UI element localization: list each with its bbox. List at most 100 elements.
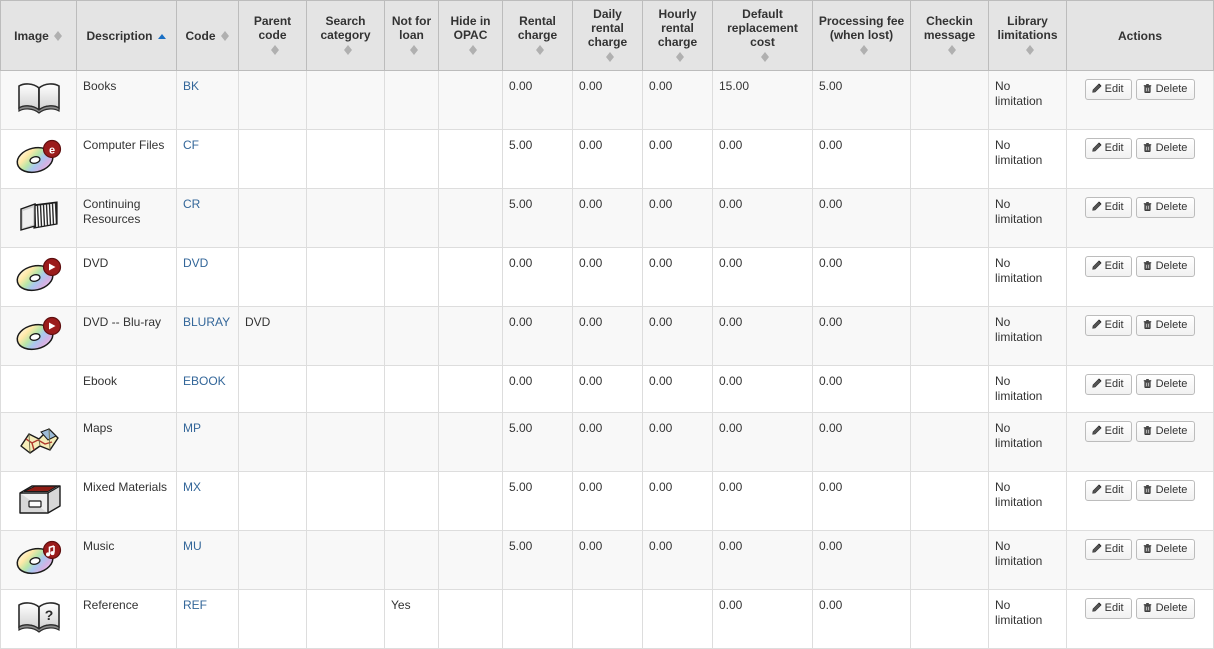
processing-fee-cell-value: 0.00 xyxy=(819,373,843,388)
library-limitations-cell-value: No limitation xyxy=(995,420,1043,450)
rental-charge-cell: 5.00 xyxy=(502,411,573,472)
description-cell-value: Continuing Resources xyxy=(83,196,141,226)
column-header-search-category[interactable]: Search category xyxy=(306,0,385,71)
delete-button[interactable]: Delete xyxy=(1135,538,1196,560)
library-limitations-cell: No limitation xyxy=(988,470,1067,531)
sort-toggle-icon[interactable] xyxy=(675,50,685,64)
sort-toggle-icon[interactable] xyxy=(535,43,545,57)
edit-button[interactable]: Edit xyxy=(1084,479,1132,501)
processing-fee-cell: 0.00 xyxy=(812,128,911,189)
item-type-code-link[interactable]: BLURAY xyxy=(183,315,230,329)
rental-charge-cell: 0.00 xyxy=(502,246,573,307)
daily-rental-charge-cell: 0.00 xyxy=(572,69,643,130)
edit-button[interactable]: Edit xyxy=(1084,78,1132,100)
delete-button[interactable]: Delete xyxy=(1135,373,1196,395)
column-header-label: Image xyxy=(14,28,49,43)
edit-button[interactable]: Edit xyxy=(1084,373,1132,395)
default-replacement-cost-cell-value: 0.00 xyxy=(719,314,743,329)
rental-charge-cell: 5.00 xyxy=(502,187,573,248)
default-replacement-cost-cell-value: 0.00 xyxy=(719,196,743,211)
daily-rental-charge-cell: 0.00 xyxy=(572,364,643,413)
sort-toggle-icon[interactable] xyxy=(947,43,957,57)
edit-button[interactable]: Edit xyxy=(1084,255,1132,277)
item-type-image-cell xyxy=(0,305,77,366)
item-type-image-cell xyxy=(0,364,77,413)
sort-toggle-icon[interactable] xyxy=(270,43,280,57)
edit-button[interactable]: Edit xyxy=(1084,597,1132,619)
sort-toggle-icon[interactable] xyxy=(859,43,869,57)
code-cell: CF xyxy=(176,128,239,189)
default-replacement-cost-cell-value: 0.00 xyxy=(719,373,743,388)
parent-code-cell xyxy=(238,187,307,248)
library-limitations-cell-value: No limitation xyxy=(995,78,1043,108)
sort-toggle-icon[interactable] xyxy=(409,43,419,57)
item-type-code-link[interactable]: REF xyxy=(183,598,207,612)
rental-charge-cell-value: 5.00 xyxy=(509,196,533,211)
column-header-daily-rental-charge[interactable]: Daily rental charge xyxy=(572,0,643,71)
actions-cell: Edit Delete xyxy=(1066,470,1214,531)
delete-button[interactable]: Delete xyxy=(1135,314,1196,336)
item-type-code-link[interactable]: BK xyxy=(183,79,199,93)
edit-button[interactable]: Edit xyxy=(1084,314,1132,336)
delete-button[interactable]: Delete xyxy=(1135,137,1196,159)
column-header-image[interactable]: Image xyxy=(0,0,77,71)
default-replacement-cost-cell: 15.00 xyxy=(712,69,813,130)
parent-code-cell xyxy=(238,128,307,189)
trash-icon xyxy=(1143,201,1151,211)
sort-toggle-icon[interactable] xyxy=(220,29,230,43)
column-header-rental-charge[interactable]: Rental charge xyxy=(502,0,573,71)
sort-toggle-icon[interactable] xyxy=(1025,43,1035,57)
delete-button[interactable]: Delete xyxy=(1135,479,1196,501)
delete-button-label: Delete xyxy=(1155,424,1188,437)
sort-toggle-icon[interactable] xyxy=(53,29,63,43)
sort-ascending-icon[interactable] xyxy=(157,29,167,43)
column-header-hourly-rental-charge[interactable]: Hourly rental charge xyxy=(642,0,713,71)
item-type-code-link[interactable]: CF xyxy=(183,138,199,152)
parent-code-cell xyxy=(238,470,307,531)
item-type-code-link[interactable]: MU xyxy=(183,539,202,553)
column-header-code[interactable]: Code xyxy=(176,0,239,71)
column-header-not-for-loan[interactable]: Not for loan xyxy=(384,0,439,71)
item-type-code-link[interactable]: MX xyxy=(183,480,201,494)
delete-button[interactable]: Delete xyxy=(1135,78,1196,100)
default-replacement-cost-cell: 0.00 xyxy=(712,128,813,189)
column-header-processing-fee-when-lost[interactable]: Processing fee (when lost) xyxy=(812,0,911,71)
processing-fee-cell: 0.00 xyxy=(812,246,911,307)
delete-button-label: Delete xyxy=(1155,601,1188,614)
item-type-code-link[interactable]: EBOOK xyxy=(183,374,226,388)
sort-toggle-icon[interactable] xyxy=(468,43,478,57)
hourly-rental-charge-cell: 0.00 xyxy=(642,411,713,472)
column-header-description[interactable]: Description xyxy=(76,0,177,71)
delete-button[interactable]: Delete xyxy=(1135,420,1196,442)
library-limitations-cell: No limitation xyxy=(988,411,1067,472)
sort-toggle-icon[interactable] xyxy=(605,50,615,64)
item-type-code-link[interactable]: CR xyxy=(183,197,200,211)
daily-rental-charge-cell-value: 0.00 xyxy=(579,373,603,388)
rental-charge-cell-value: 0.00 xyxy=(509,78,533,93)
sort-toggle-icon[interactable] xyxy=(760,50,770,64)
sort-toggle-icon[interactable] xyxy=(343,43,353,57)
edit-button[interactable]: Edit xyxy=(1084,538,1132,560)
column-header-checkin-message[interactable]: Checkin message xyxy=(910,0,989,71)
delete-button[interactable]: Delete xyxy=(1135,255,1196,277)
column-header-default-replacement-cost[interactable]: Default replacement cost xyxy=(712,0,813,71)
rental-charge-cell-value: 5.00 xyxy=(509,538,533,553)
column-header-parent-code[interactable]: Parent code xyxy=(238,0,307,71)
column-header-label: Hide in OPAC xyxy=(450,14,491,42)
daily-rental-charge-cell: 0.00 xyxy=(572,246,643,307)
box-icon xyxy=(12,480,66,518)
edit-button[interactable]: Edit xyxy=(1084,137,1132,159)
library-limitations-cell: No limitation xyxy=(988,69,1067,130)
delete-button[interactable]: Delete xyxy=(1135,196,1196,218)
edit-button[interactable]: Edit xyxy=(1084,196,1132,218)
column-header-library-limitations[interactable]: Library limitations xyxy=(988,0,1067,71)
item-type-code-link[interactable]: DVD xyxy=(183,256,208,270)
delete-button-label: Delete xyxy=(1155,259,1188,272)
column-header-hide-in-opac[interactable]: Hide in OPAC xyxy=(438,0,503,71)
delete-button[interactable]: Delete xyxy=(1135,597,1196,619)
item-types-table: Image Description Code Parent code Search ca… xyxy=(0,0,1214,649)
checkin-message-cell xyxy=(910,364,989,413)
edit-button[interactable]: Edit xyxy=(1084,420,1132,442)
item-type-code-link[interactable]: MP xyxy=(183,421,201,435)
rental-charge-cell-value: 5.00 xyxy=(509,137,533,152)
